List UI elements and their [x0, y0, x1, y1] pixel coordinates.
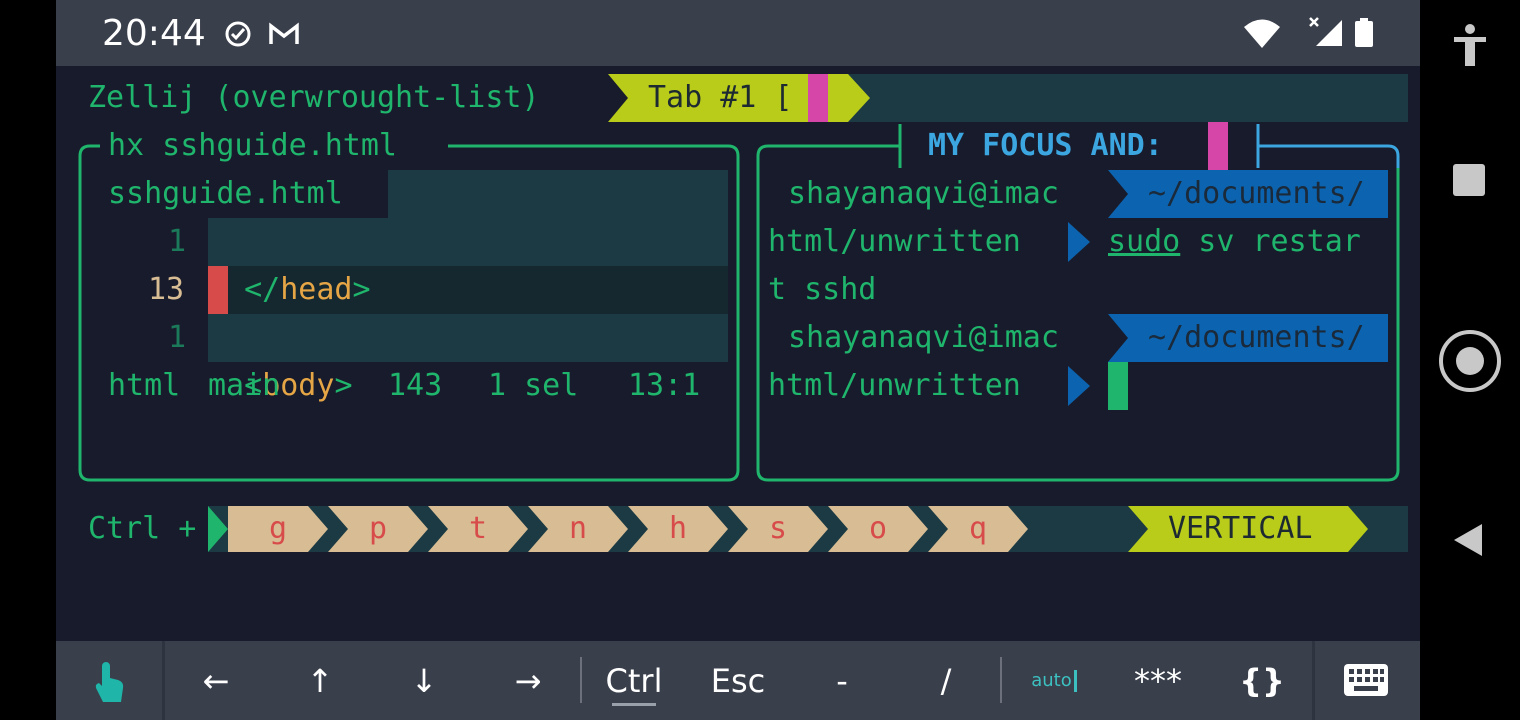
ctrl-active-indicator: [612, 703, 656, 706]
arrow-up-key[interactable]: ↑: [268, 641, 372, 720]
prompt-path-cont: html/unwritten: [768, 368, 1021, 403]
prompt-arrow: [1068, 366, 1090, 406]
keybind-s[interactable]: s: [758, 506, 798, 552]
ctrl-key[interactable]: Ctrl: [582, 641, 686, 720]
prompt-arrow: [1068, 222, 1090, 262]
prompt-user: shayanaqvi@imac: [788, 320, 1059, 355]
slash-key[interactable]: /: [894, 641, 998, 720]
dash-key[interactable]: -: [790, 641, 894, 720]
keybind-n[interactable]: n: [558, 506, 598, 552]
prompt-path: ~/documents/: [1148, 176, 1365, 211]
accessibility-icon[interactable]: [1452, 24, 1488, 66]
braces-key[interactable]: {}: [1210, 641, 1314, 720]
text-cursor-glyph: [1073, 669, 1077, 692]
shell-cursor: [1108, 362, 1128, 410]
auto-key[interactable]: auto: [1002, 641, 1106, 720]
esc-key[interactable]: Esc: [686, 641, 790, 720]
command-wrap: t sshd: [768, 272, 877, 307]
touch-icon[interactable]: [92, 660, 128, 702]
mode-indicator: VERTICAL: [1168, 511, 1313, 546]
command-sudo: sudo: [1108, 224, 1181, 259]
keybind-t[interactable]: t: [458, 506, 498, 552]
prompt-user: shayanaqvi@imac: [788, 176, 1059, 211]
keybind-h[interactable]: h: [658, 506, 698, 552]
keybind-q[interactable]: q: [958, 506, 998, 552]
arrow-right-key[interactable]: →: [476, 641, 580, 720]
home-icon[interactable]: [1438, 329, 1502, 393]
recents-icon[interactable]: [1453, 164, 1485, 196]
prompt-path-cont: html/unwritten: [768, 224, 1021, 259]
keyboard-icon[interactable]: [1344, 664, 1388, 696]
password-key[interactable]: ***: [1106, 641, 1210, 720]
arrow-left-key[interactable]: ←: [164, 641, 268, 720]
title-cursor: [1208, 122, 1228, 170]
prompt-path: ~/documents/: [1148, 320, 1365, 355]
keybind-g[interactable]: g: [258, 506, 298, 552]
command-args: sv restar: [1180, 224, 1361, 259]
keybind-p[interactable]: p: [358, 506, 398, 552]
right-pane-title: MY FOCUS AND:: [928, 128, 1163, 163]
command-line[interactable]: sudo sv restar: [1108, 218, 1361, 266]
auto-label: auto: [1031, 670, 1072, 691]
keybind-o[interactable]: o: [858, 506, 898, 552]
back-icon[interactable]: [1452, 522, 1484, 558]
arrow-down-key[interactable]: ↓: [372, 641, 476, 720]
